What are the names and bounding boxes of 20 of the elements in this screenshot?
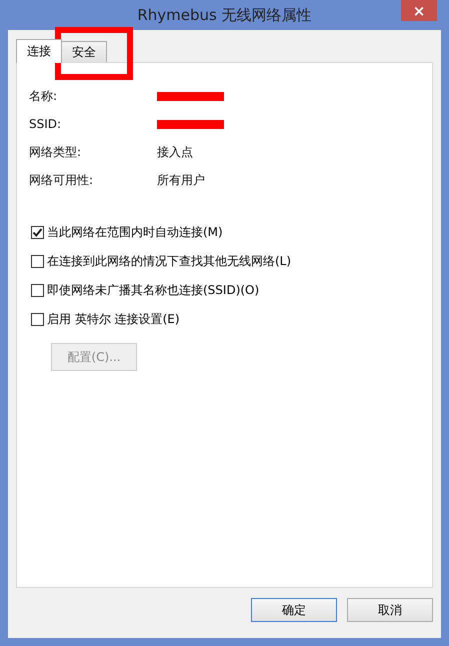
dialog-button[interactable]: 确定 [251,598,337,622]
checkbox[interactable] [31,226,44,238]
checkbox[interactable] [31,284,44,296]
checkbox-label: 启用 英特尔 连接设置(E) [47,310,180,328]
property-value: 接入点 [157,145,194,160]
tab[interactable]: 连接 [16,39,62,63]
checkbox-label: 在连接到此网络的情况下查找其他无线网络(L) [47,252,292,270]
checkbox-label: 即使网络未广播其名称也连接(SSID)(O) [47,282,260,298]
checkbox[interactable] [31,312,44,326]
property-label: SSID: [29,117,62,132]
checkbox-label: 当此网络在范围内时自动连接(M) [47,224,223,240]
property-label: 网络类型: [29,145,82,160]
property-label: 网络可用性: [29,173,94,188]
property-value: 所有用户 [157,173,206,188]
window-title: Rhymebus 无线网络属性 [137,6,312,24]
property-label: 名称: [29,89,58,104]
tab[interactable]: 安全 [61,41,107,62]
checkbox[interactable] [31,254,44,268]
dialog-button[interactable]: 取消 [347,598,433,622]
close-button[interactable]: × [401,0,437,21]
